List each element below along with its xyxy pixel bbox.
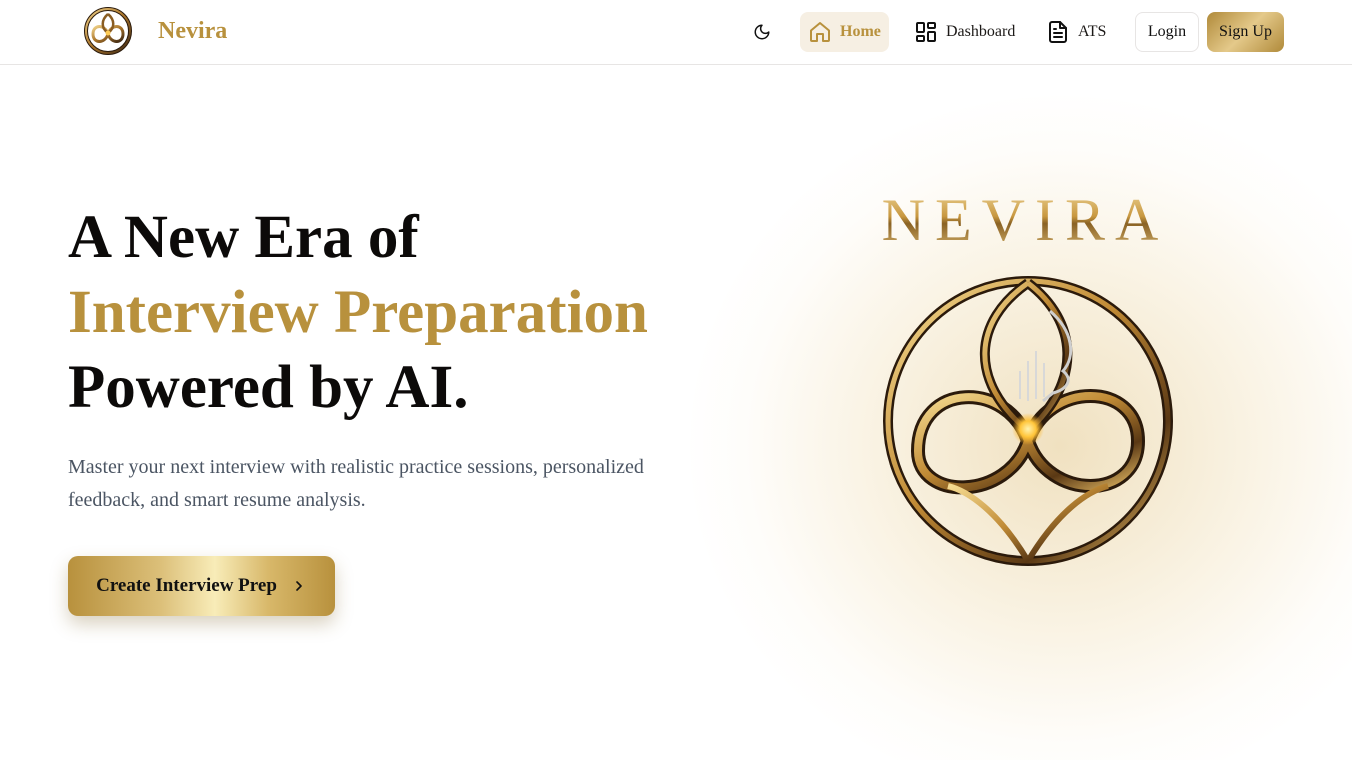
nav-ats[interactable]: ATS [1038, 12, 1114, 52]
nav-home-label: Home [840, 23, 881, 40]
infinity-emblem-icon [883, 276, 1173, 566]
moon-icon [754, 24, 770, 40]
hero-title: A New Era of Interview Preparation Power… [68, 200, 708, 425]
grid-icon [914, 20, 938, 44]
theme-toggle-button[interactable] [744, 14, 780, 50]
brand-name: Nevira [158, 17, 228, 44]
home-icon [808, 20, 832, 44]
signup-button[interactable]: Sign Up [1207, 12, 1284, 52]
hero-title-line-1: A New Era of [68, 204, 419, 271]
create-interview-prep-button[interactable]: Create Interview Prep [68, 556, 335, 616]
hero-title-line-3: Powered by AI. [68, 354, 469, 421]
login-button[interactable]: Login [1135, 12, 1199, 52]
hero-title-line-2: Interview Preparation [68, 279, 648, 346]
nav-home[interactable]: Home [800, 12, 889, 52]
cta-label: Create Interview Prep [96, 575, 277, 596]
top-navbar: Nevira Home Dashboard ATS Login Sign Up [0, 0, 1352, 65]
nav-dashboard-label: Dashboard [946, 23, 1016, 40]
infinity-emblem-icon [83, 6, 133, 56]
document-icon [1046, 20, 1070, 44]
hero-illustration: NEVIRA [650, 66, 1352, 760]
nav-dashboard[interactable]: Dashboard [906, 12, 1023, 52]
hero-art-wordmark: NEVIRA [845, 184, 1205, 256]
nav-ats-label: ATS [1078, 23, 1107, 40]
brand[interactable]: Nevira [83, 6, 227, 56]
chevron-right-icon [291, 578, 307, 594]
hero-subtitle: Master your next interview with realisti… [68, 456, 644, 511]
